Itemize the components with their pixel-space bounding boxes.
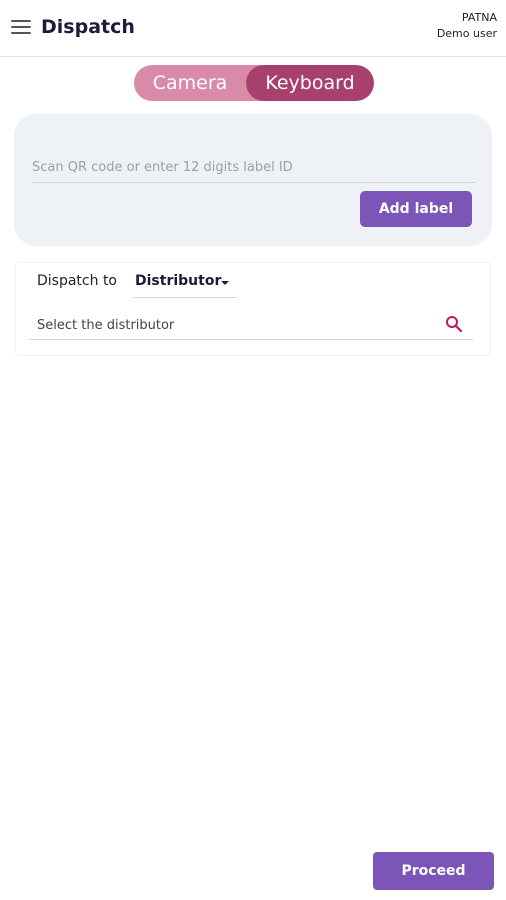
search-icon[interactable] <box>445 315 463 333</box>
caret-down-icon <box>221 281 229 285</box>
keyboard-mode-button[interactable]: Keyboard <box>246 65 374 101</box>
user-name: Demo user <box>436 27 497 40</box>
dispatch-type-dropdown[interactable]: Distributor <box>133 269 237 298</box>
user-info: PATNA Demo user <box>437 10 497 42</box>
add-label-button[interactable]: Add label <box>360 191 472 227</box>
hamburger-menu-icon[interactable] <box>11 20 31 36</box>
distributor-search-field <box>29 311 473 340</box>
dispatch-to-label: Dispatch to <box>37 273 117 289</box>
location-name: PATNA <box>461 11 497 24</box>
dispatch-type-value: Distributor <box>135 273 222 289</box>
proceed-button[interactable]: Proceed <box>373 852 494 890</box>
page-title: Dispatch <box>41 16 135 38</box>
dispatch-card: Dispatch to Distributor <box>15 262 491 356</box>
scan-card: Add label <box>14 114 492 246</box>
app-header: Dispatch PATNA Demo user <box>0 0 506 57</box>
input-mode-toggle: Camera Keyboard <box>134 65 374 101</box>
label-id-input[interactable] <box>32 152 476 183</box>
camera-mode-button[interactable]: Camera <box>134 65 246 101</box>
distributor-search-input[interactable] <box>37 315 437 335</box>
